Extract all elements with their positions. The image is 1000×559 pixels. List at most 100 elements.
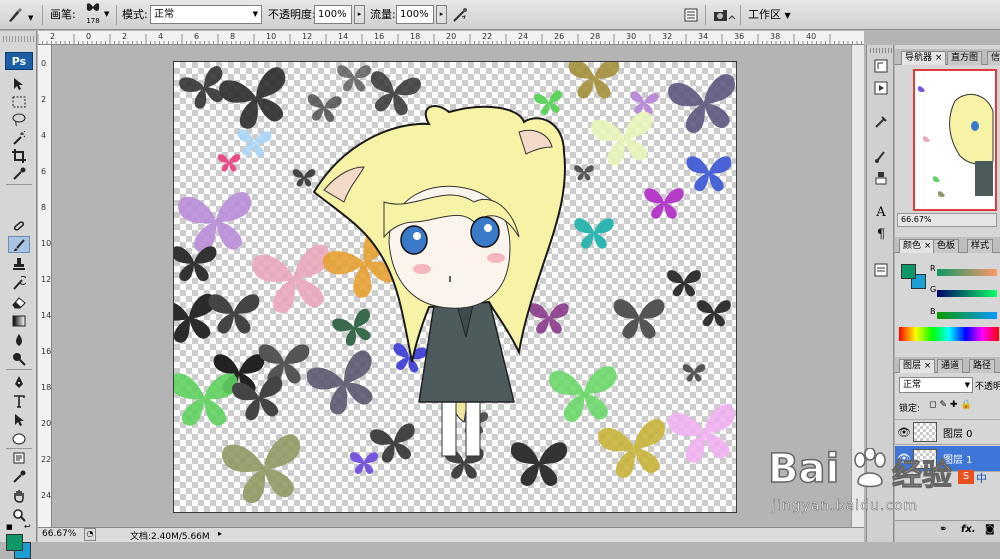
- ruler-number: 14: [338, 32, 349, 41]
- magic-wand-tool-icon[interactable]: [8, 129, 30, 146]
- paragraph-panel-icon[interactable]: ¶: [872, 225, 890, 243]
- ime-lang[interactable]: 中: [976, 470, 987, 486]
- notes-tool-icon[interactable]: [8, 449, 30, 466]
- path-selection-tool-icon[interactable]: [8, 411, 30, 428]
- workspace-menu[interactable]: 工作区 ▼: [748, 5, 791, 26]
- status-menu-arrow[interactable]: ▸: [218, 529, 222, 538]
- brushes-panel-icon[interactable]: [872, 147, 890, 165]
- ruler-number: 34: [698, 32, 709, 41]
- tab-info[interactable]: 信: [987, 51, 1000, 65]
- ruler-number: 8: [41, 203, 47, 212]
- tab-layers[interactable]: 图层 ×: [899, 359, 936, 373]
- navigator-thumbnail[interactable]: [913, 69, 997, 211]
- g-slider[interactable]: [937, 290, 997, 297]
- actions-panel-icon[interactable]: [872, 79, 890, 97]
- tab-color[interactable]: 颜色 ×: [899, 239, 936, 253]
- character-panel-icon[interactable]: A: [872, 203, 890, 221]
- document-canvas[interactable]: [173, 61, 737, 513]
- tab-swatches[interactable]: 色板: [933, 239, 960, 253]
- default-colors-icon[interactable]: ■: [6, 523, 13, 531]
- blend-mode-select[interactable]: 正常 ▼: [899, 377, 973, 393]
- baidu-watermark: Bai 经验 jingyan.baidu.com S 中: [742, 428, 1000, 528]
- layer-comps-icon[interactable]: [872, 261, 890, 279]
- brush-tool-preset-icon[interactable]: [4, 5, 26, 25]
- flow-input[interactable]: 100%: [396, 5, 434, 24]
- ruler-number: 30: [626, 32, 637, 41]
- b-slider[interactable]: [937, 312, 997, 319]
- blend-mode-value: 正常: [903, 380, 922, 390]
- ruler-number: 12: [41, 275, 52, 284]
- navigator-zoom-bar: 66.67%: [897, 213, 997, 227]
- lock-label: 锁定:: [899, 404, 921, 414]
- bridge-icon[interactable]: [710, 5, 738, 25]
- opacity-input[interactable]: 100%: [314, 5, 352, 24]
- chevron-down-icon: ▼: [252, 10, 258, 18]
- tab-channels[interactable]: 通道: [937, 359, 964, 373]
- flow-slider-arrow[interactable]: ▸: [436, 5, 447, 24]
- ruler-number: 2: [122, 32, 128, 41]
- eraser-tool-icon[interactable]: [8, 293, 30, 310]
- r-slider[interactable]: [937, 269, 997, 276]
- preset-dropdown-arrow[interactable]: ▼: [28, 14, 33, 22]
- watermark-url: jingyan.baidu.com: [772, 498, 919, 515]
- color-sampler-tool-icon[interactable]: [8, 468, 30, 485]
- pen-tool-icon[interactable]: [8, 373, 30, 390]
- tab-styles[interactable]: 样式: [967, 239, 994, 253]
- mode-value: 正常: [154, 9, 174, 20]
- swap-colors-icon[interactable]: ↩: [24, 522, 31, 531]
- lasso-tool-icon[interactable]: [8, 111, 30, 128]
- type-tool-icon[interactable]: [8, 392, 30, 409]
- ruler-number: 6: [41, 167, 47, 176]
- zoom-level[interactable]: 66.67%: [42, 529, 76, 539]
- history-brush-tool-icon[interactable]: [8, 274, 30, 291]
- tab-navigator[interactable]: 导航器 ×: [901, 51, 947, 65]
- ps-logo[interactable]: Ps: [5, 52, 33, 70]
- foreground-color-swatch[interactable]: [6, 534, 23, 551]
- crop-tool-icon[interactable]: [8, 147, 30, 164]
- ruler-number: 14: [41, 311, 52, 320]
- shape-tool-icon[interactable]: [8, 430, 30, 447]
- color-panel-foreground[interactable]: [901, 264, 916, 279]
- toolbox-grip[interactable]: [3, 36, 34, 42]
- tab-paths[interactable]: 路径: [969, 359, 996, 373]
- status-info-icon[interactable]: ◔: [84, 528, 96, 541]
- mode-select[interactable]: 正常 ▼: [150, 5, 262, 24]
- girl-character: [312, 105, 566, 457]
- watermark-suffix: 经验: [892, 458, 953, 494]
- mode-label: 模式:: [122, 8, 148, 21]
- brush-panel-toggle-icon[interactable]: [680, 5, 702, 25]
- blur-tool-icon[interactable]: [8, 331, 30, 348]
- marquee-tool-icon[interactable]: [8, 93, 30, 110]
- gradient-tool-icon[interactable]: [8, 312, 30, 329]
- clone-stamp-tool-icon[interactable]: [8, 255, 30, 272]
- channel-g-label: G: [930, 285, 937, 294]
- dock-grip[interactable]: [870, 48, 892, 53]
- channel-b-label: B: [930, 307, 936, 316]
- lock-icons[interactable]: ◻✎✚🔒: [929, 400, 975, 410]
- brush-tool-icon[interactable]: [8, 236, 30, 253]
- navigator-zoom-input[interactable]: 66.67%: [901, 215, 932, 224]
- dodge-tool-icon[interactable]: [8, 350, 30, 367]
- ruler-number: 10: [266, 32, 277, 41]
- brush-picker[interactable]: 178: [82, 1, 104, 27]
- ruler-number: 18: [410, 32, 421, 41]
- ruler-number: 24: [41, 491, 52, 500]
- airbrush-icon[interactable]: [450, 5, 472, 25]
- hand-tool-icon[interactable]: [8, 487, 30, 504]
- opacity-slider-arrow[interactable]: ▸: [354, 5, 365, 24]
- document-size: 文档:2.40M/5.66M: [130, 532, 210, 542]
- zoom-tool-icon[interactable]: [8, 506, 30, 523]
- ruler-number: 0: [86, 32, 92, 41]
- brush-picker-arrow[interactable]: ▼: [104, 10, 109, 18]
- ruler-number: 2: [50, 32, 56, 41]
- tab-histogram[interactable]: 直方图: [947, 51, 983, 65]
- healing-brush-tool-icon[interactable]: [8, 217, 30, 234]
- ruler-number: 2: [41, 95, 47, 104]
- eyedropper-tool-icon[interactable]: [8, 165, 30, 182]
- tool-presets-icon[interactable]: [872, 113, 890, 131]
- clone-source-icon[interactable]: [872, 169, 890, 187]
- move-tool-icon[interactable]: [8, 75, 30, 92]
- history-panel-icon[interactable]: [872, 57, 890, 75]
- color-spectrum[interactable]: [899, 327, 999, 341]
- ime-s-icon[interactable]: S: [958, 470, 974, 484]
